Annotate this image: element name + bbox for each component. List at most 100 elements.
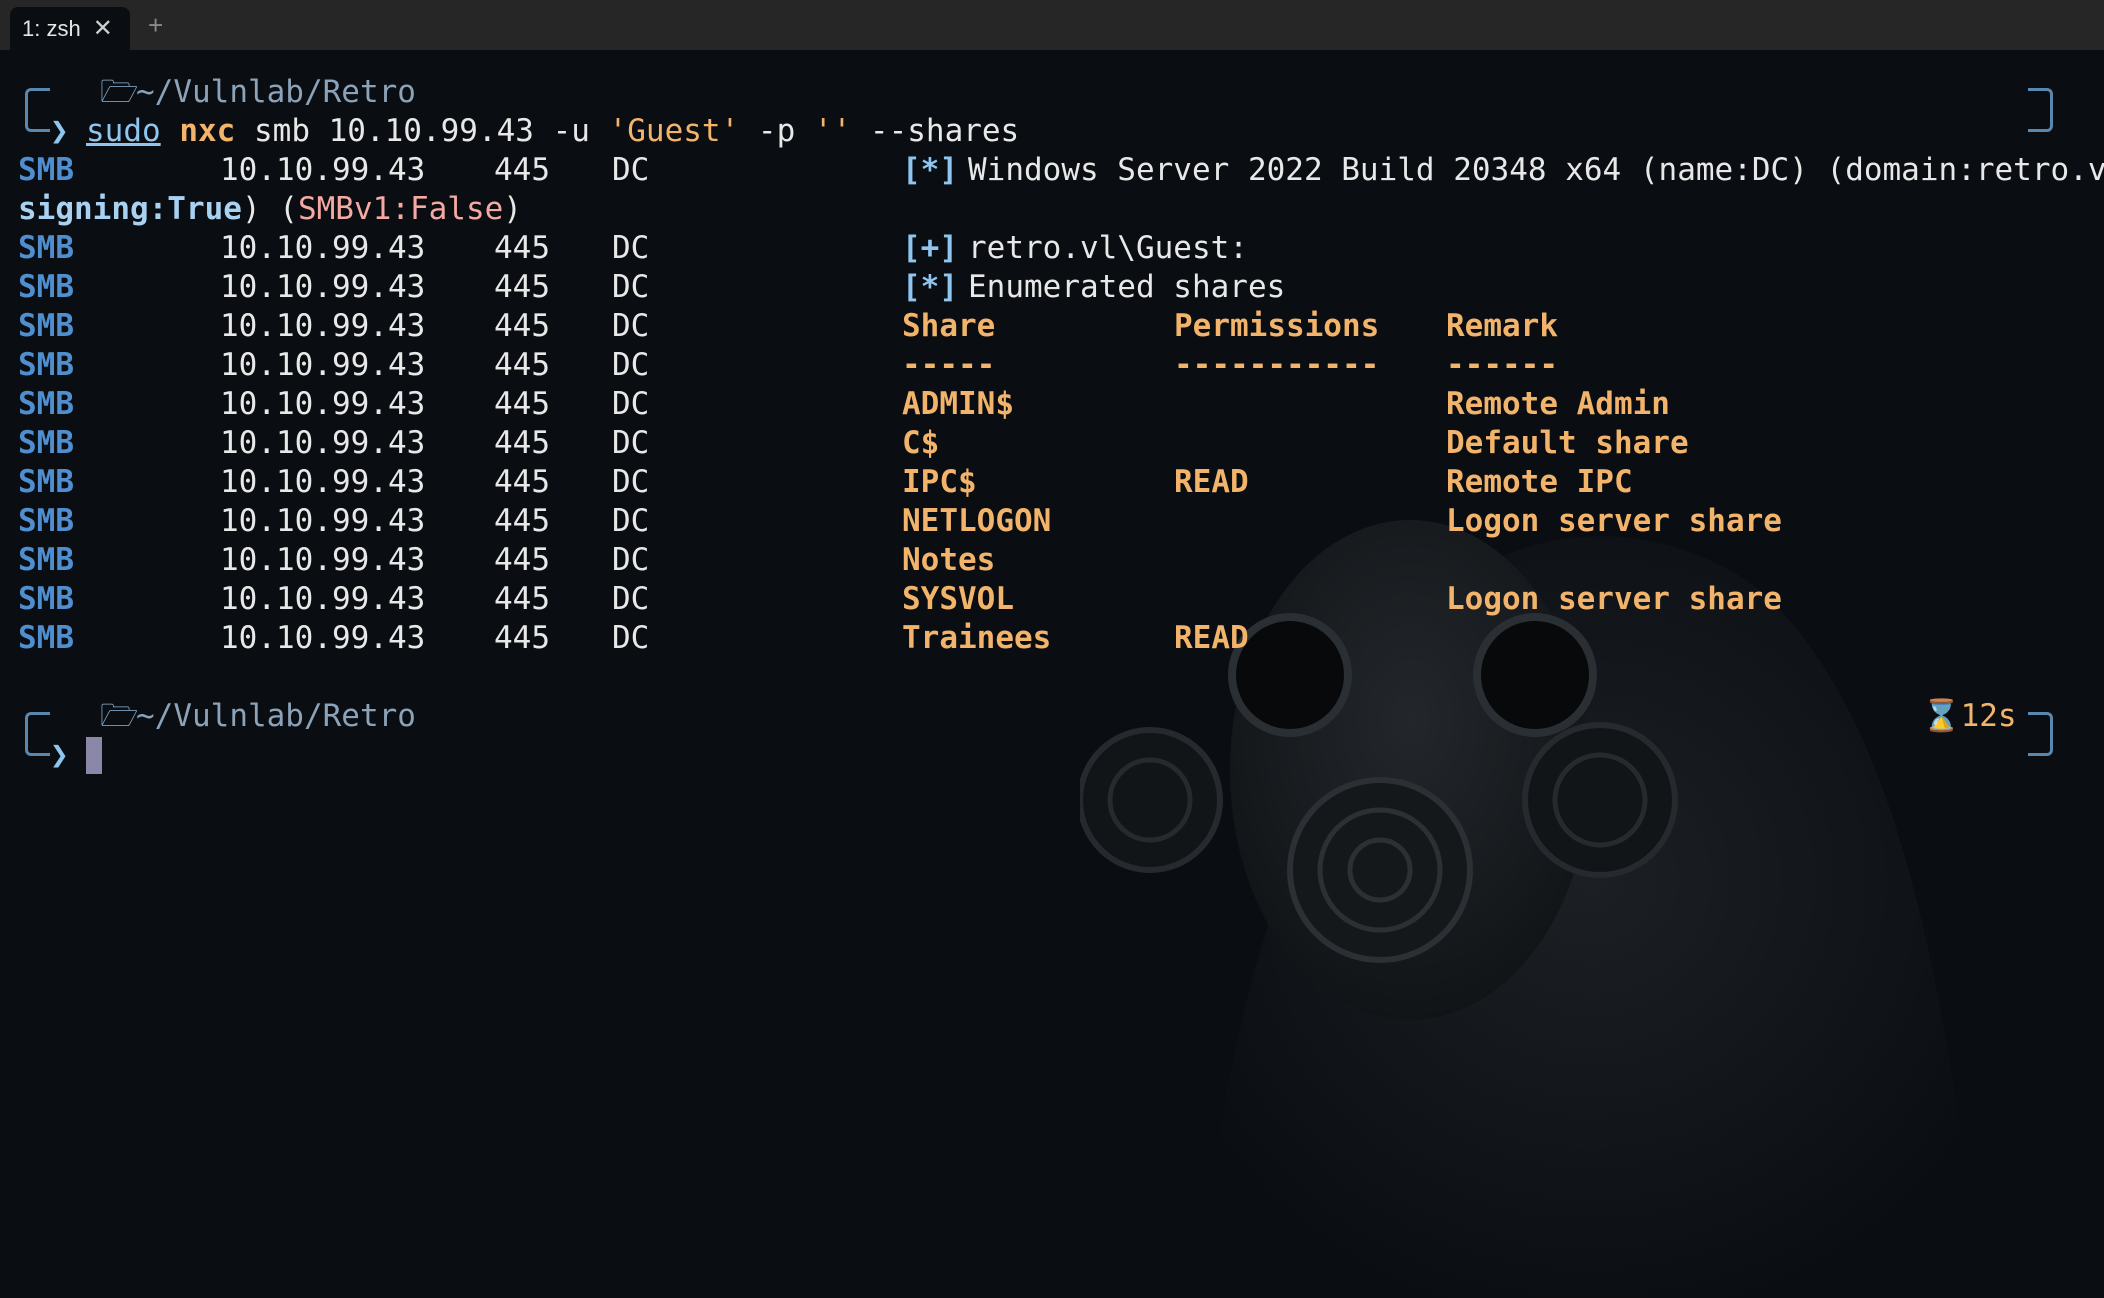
port: 445 (494, 425, 550, 461)
share-remark: Default share (1446, 425, 1689, 461)
proto: SMB (18, 542, 74, 578)
host: 10.10.99.43 (220, 542, 426, 578)
proto: SMB (18, 620, 74, 656)
port: 445 (494, 230, 550, 266)
prompt-path: ~/Vulnlab/Retro (136, 74, 416, 110)
share-permission: READ (1174, 620, 1249, 656)
auth-text: retro.vl\Guest: (968, 230, 1248, 266)
proto: SMB (18, 230, 74, 266)
host: 10.10.99.43 (220, 425, 426, 461)
host: 10.10.99.43 (220, 386, 426, 422)
output-row-headers: SMB 10.10.99.43 445 DC Share Permissions… (0, 307, 1558, 346)
proto: SMB (18, 152, 74, 188)
proto: SMB (18, 347, 74, 383)
prompt-bracket-right (2028, 88, 2053, 132)
new-tab-button[interactable]: + (148, 10, 163, 41)
cmd-pass: '' (813, 113, 852, 149)
port: 445 (494, 269, 550, 305)
prompt-chevron-icon: ❯ (50, 113, 69, 149)
share-permission: READ (1174, 464, 1249, 500)
cmd-args-1: smb 10.10.99.43 -u (235, 113, 609, 149)
dashes-remark: ------ (1446, 347, 1558, 383)
host: 10.10.99.43 (220, 503, 426, 539)
share-remark: Remote Admin (1446, 386, 1670, 422)
share-row: SMB 10.10.99.43 445 DC Trainees READ (0, 619, 1249, 658)
proto: SMB (18, 464, 74, 500)
port: 445 (494, 581, 550, 617)
host: 10.10.99.43 (220, 308, 426, 344)
terminal-window: 1: zsh ✕ + 🗁 ~/Vulnlab/Retro ❯ sudo nxc … (0, 0, 2104, 1298)
info-text: Windows Server 2022 Build 20348 x64 (nam… (968, 152, 2104, 188)
share-row: SMB 10.10.99.43 445 DC C$ Default share (0, 424, 1689, 463)
netbios-name: DC (612, 152, 650, 188)
netbios-name: DC (612, 620, 650, 656)
port: 445 (494, 542, 550, 578)
proto: SMB (18, 581, 74, 617)
share-name: ADMIN$ (902, 386, 1014, 422)
host: 10.10.99.43 (220, 152, 426, 188)
netbios-name: DC (612, 542, 650, 578)
command-duration: ⌛12s (1922, 697, 2017, 736)
share-name: C$ (902, 425, 940, 461)
info-sep: ) ( (241, 191, 298, 227)
tab-bar: 1: zsh ✕ + (0, 0, 2104, 50)
proto: SMB (18, 269, 74, 305)
netbios-name: DC (612, 347, 650, 383)
cmd-nxc-name: nxc (179, 113, 236, 149)
text-cursor (86, 737, 102, 774)
terminal-output[interactable]: 🗁 ~/Vulnlab/Retro ❯ sudo nxc smb 10.10.9… (0, 50, 2104, 1298)
cmd-sudo: sudo (86, 113, 161, 149)
port: 445 (494, 464, 550, 500)
share-row: SMB 10.10.99.43 445 DC SYSVOL Logon serv… (0, 580, 1782, 619)
host: 10.10.99.43 (220, 464, 426, 500)
netbios-name: DC (612, 503, 650, 539)
prompt-chevron-icon: ❯ (50, 737, 69, 773)
output-row-info: SMB 10.10.99.43 445 DC [*] Windows Serve… (0, 151, 2104, 190)
prompt-line-2: 🗁 ~/Vulnlab/Retro (0, 697, 416, 736)
netbios-name: DC (612, 464, 650, 500)
duration-text: 12s (1960, 698, 2017, 734)
header-share: Share (902, 308, 996, 344)
output-row-dashes: SMB 10.10.99.43 445 DC ----- -----------… (0, 346, 1558, 385)
command-line: ❯ sudo nxc smb 10.10.99.43 -u 'Guest' -p… (0, 112, 1019, 151)
close-icon[interactable]: ✕ (93, 14, 113, 43)
header-remark: Remark (1446, 308, 1558, 344)
proto: SMB (18, 503, 74, 539)
port: 445 (494, 308, 550, 344)
port: 445 (494, 386, 550, 422)
info-end: ) (503, 191, 522, 227)
share-remark: Remote IPC (1446, 464, 1633, 500)
share-row: SMB 10.10.99.43 445 DC NETLOGON Logon se… (0, 502, 1782, 541)
share-name: Notes (902, 542, 996, 578)
host: 10.10.99.43 (220, 230, 426, 266)
dashes-permissions: ----------- (1174, 347, 1380, 383)
netbios-name: DC (612, 308, 650, 344)
smbv1-flag: SMBv1:False (297, 191, 504, 227)
output-row-info-wrap: signing:True) (SMBv1:False) (0, 190, 522, 229)
port: 445 (494, 503, 550, 539)
port: 445 (494, 152, 550, 188)
share-name: Trainees (902, 620, 1052, 656)
share-name: SYSVOL (902, 581, 1014, 617)
share-name: NETLOGON (902, 503, 1052, 539)
host: 10.10.99.43 (220, 269, 426, 305)
hourglass-icon: ⌛ (1922, 698, 1961, 734)
tab-zsh[interactable]: 1: zsh ✕ (10, 7, 130, 50)
share-remark: Logon server share (1446, 581, 1782, 617)
dashes-share: ----- (902, 347, 996, 383)
info-marker: [*] (902, 152, 958, 188)
cmd-args-2: -p (739, 113, 814, 149)
netbios-name: DC (612, 425, 650, 461)
cmd-user: 'Guest' (608, 113, 740, 149)
host: 10.10.99.43 (220, 620, 426, 656)
proto: SMB (18, 386, 74, 422)
port: 445 (494, 620, 550, 656)
netbios-name: DC (612, 581, 650, 617)
share-row: SMB 10.10.99.43 445 DC ADMIN$ Remote Adm… (0, 385, 1670, 424)
share-row: SMB 10.10.99.43 445 DC Notes (0, 541, 995, 580)
proto: SMB (18, 308, 74, 344)
output-row-auth: SMB 10.10.99.43 445 DC [+] retro.vl\Gues… (0, 229, 1248, 268)
tab-title: 1: zsh (22, 15, 81, 41)
port: 445 (494, 347, 550, 383)
enum-text: Enumerated shares (968, 269, 1286, 305)
